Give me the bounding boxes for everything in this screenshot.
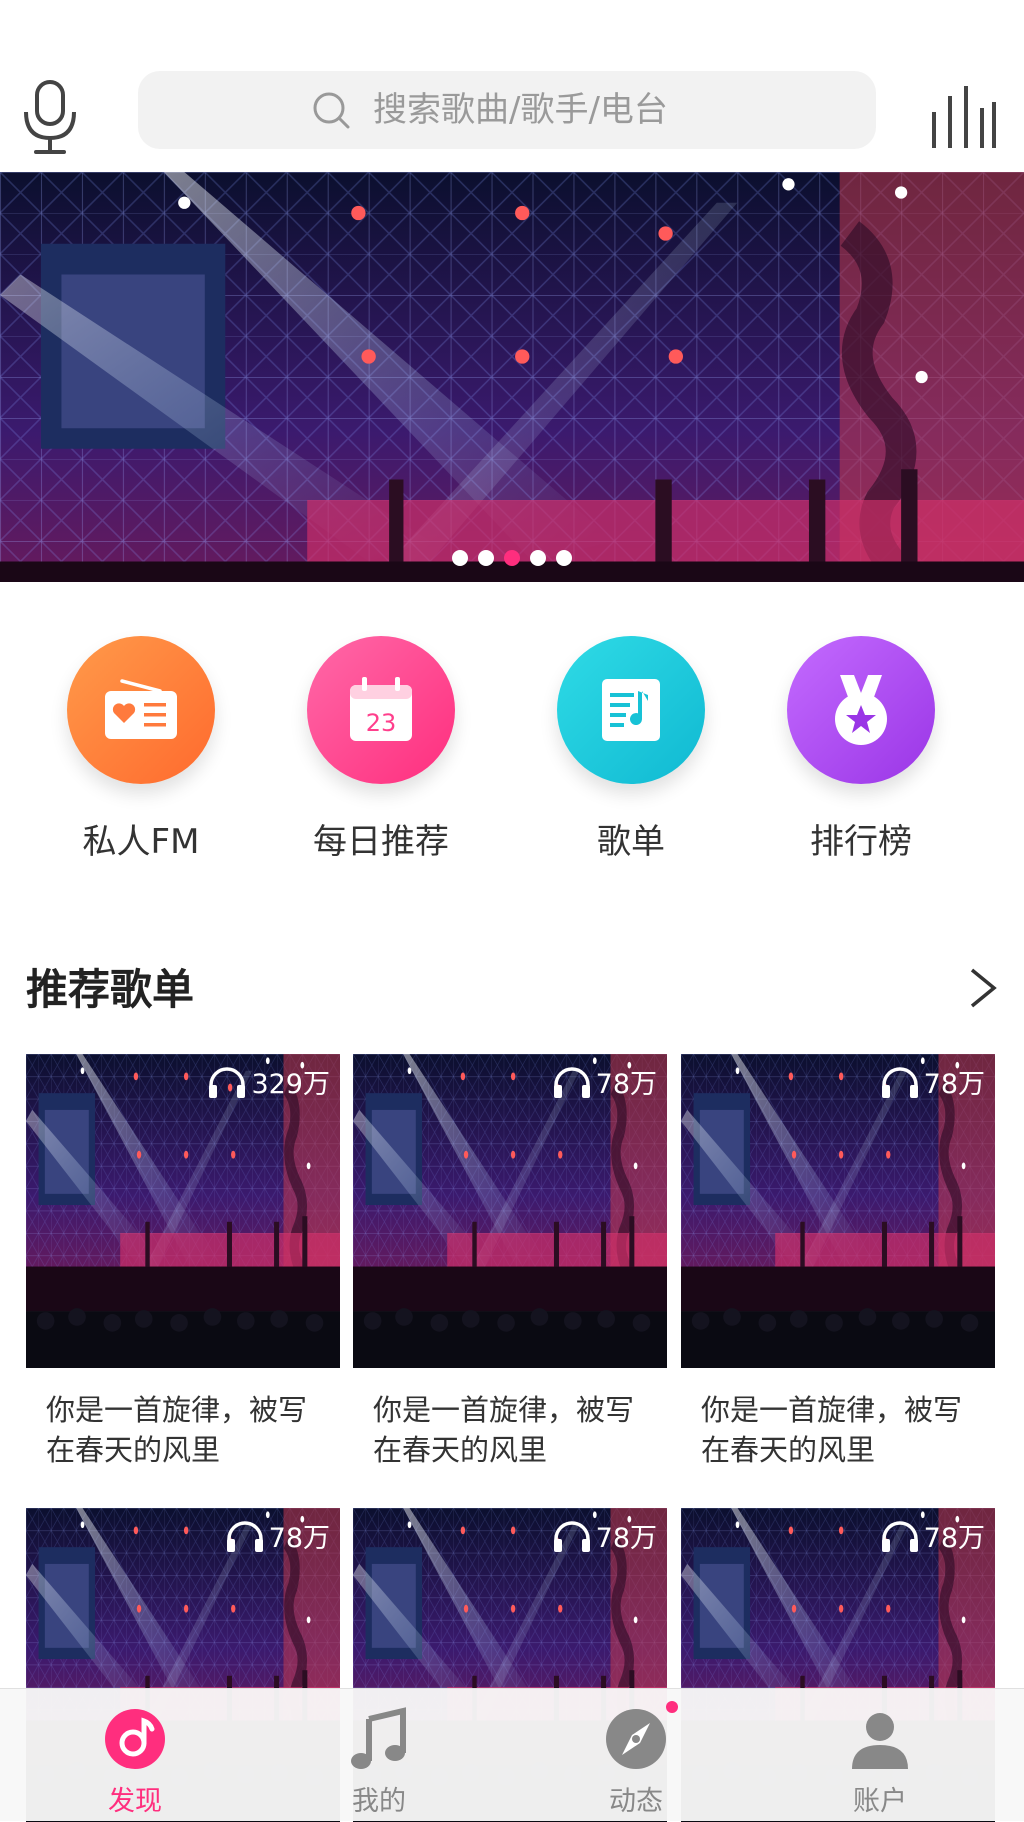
medal-icon: [835, 675, 887, 745]
playlist-title: 你是一首旋律，被写在春天的风里: [701, 1393, 963, 1467]
banner-carousel[interactable]: [0, 172, 1024, 582]
entry-charts[interactable]: 排行榜: [756, 636, 966, 863]
carousel-dot[interactable]: [556, 550, 572, 566]
entry-playlists[interactable]: 歌单: [526, 636, 736, 863]
headphones-icon: [226, 1520, 263, 1552]
tab-my-music[interactable]: 我的: [299, 1707, 459, 1818]
carousel-dot[interactable]: [530, 550, 546, 566]
tab-feed[interactable]: 动态: [556, 1701, 716, 1818]
playlist-card[interactable]: 329万 你是一首旋律，被写在春天的风里: [26, 1054, 340, 1470]
compass-icon: [606, 1709, 666, 1769]
quick-entries: 私人FM 23 每日推荐 歌单 排行榜: [0, 636, 1024, 866]
tab-discover[interactable]: 发现: [55, 1707, 215, 1818]
headphones-icon: [553, 1520, 590, 1552]
play-count-text: 329万: [251, 1069, 330, 1100]
radio-icon: [105, 679, 177, 739]
play-count-text: 78万: [268, 1523, 330, 1554]
entry-private-fm[interactable]: 私人FM: [36, 636, 246, 863]
headphones-icon: [209, 1066, 246, 1098]
entry-icon-bg: [67, 636, 215, 784]
playlist-cover: 329万: [26, 1054, 340, 1368]
carousel-indicator: [0, 550, 1024, 566]
play-count: 78万: [552, 1516, 657, 1555]
playlist-cover: 78万: [353, 1054, 667, 1368]
tab-label: 账户: [853, 1786, 907, 1817]
cover-image: [26, 1054, 340, 1368]
playlist-title: 你是一首旋律，被写在春天的风里: [46, 1393, 308, 1467]
microphone-icon[interactable]: [20, 80, 80, 156]
search-bar[interactable]: [138, 71, 876, 149]
play-count-text: 78万: [595, 1523, 657, 1554]
headphones-icon: [553, 1066, 590, 1098]
bottom-tab-bar: 发现 我的 动态 账户: [0, 1688, 1024, 1821]
entry-daily-recommend[interactable]: 23 每日推荐: [276, 636, 486, 863]
notification-dot: [666, 1701, 678, 1713]
play-count-text: 78万: [595, 1069, 657, 1100]
playlist-icon: [602, 679, 660, 741]
play-count: 78万: [880, 1062, 985, 1101]
equalizer-icon[interactable]: [930, 86, 996, 148]
entry-label: 排行榜: [810, 822, 912, 862]
play-count-text: 78万: [923, 1523, 985, 1554]
playlist-card[interactable]: 78万 你是一首旋律，被写在春天的风里: [353, 1054, 667, 1470]
play-count: 329万: [207, 1062, 330, 1101]
search-icon: [313, 92, 350, 129]
carousel-dot[interactable]: [478, 550, 494, 566]
entry-label: 歌单: [597, 822, 665, 862]
calendar-icon: 23: [350, 677, 412, 741]
carousel-dot[interactable]: [504, 550, 520, 566]
chevron-right-icon[interactable]: [968, 966, 998, 1010]
entry-icon-bg: [787, 636, 935, 784]
tab-account[interactable]: 账户: [800, 1707, 960, 1818]
cover-image: [681, 1054, 995, 1368]
headphones-icon: [881, 1520, 918, 1552]
carousel-dot[interactable]: [452, 550, 468, 566]
entry-icon-bg: 23: [307, 636, 455, 784]
top-bar: [0, 0, 1024, 172]
entry-icon-bg: [557, 636, 705, 784]
banner-image: [0, 172, 1024, 582]
play-count: 78万: [552, 1062, 657, 1101]
headphones-icon: [881, 1066, 918, 1098]
play-count-text: 78万: [923, 1069, 985, 1100]
search-input[interactable]: [373, 90, 703, 130]
playlist-title: 你是一首旋律，被写在春天的风里: [373, 1393, 635, 1467]
user-icon: [852, 1713, 908, 1769]
calendar-day: 23: [366, 709, 397, 737]
entry-label: 每日推荐: [313, 822, 449, 862]
tab-label: 动态: [609, 1786, 663, 1817]
playlist-cover: 78万: [681, 1054, 995, 1368]
play-count: 78万: [880, 1516, 985, 1555]
music-note-icon: [351, 1707, 406, 1769]
cover-image: [353, 1054, 667, 1368]
section-title: 推荐歌单: [26, 965, 195, 1014]
playlist-card[interactable]: 78万 你是一首旋律，被写在春天的风里: [681, 1054, 995, 1470]
entry-label: 私人FM: [82, 822, 200, 862]
tab-label: 发现: [108, 1786, 162, 1817]
tab-label: 我的: [352, 1786, 406, 1817]
discover-icon: [105, 1709, 165, 1769]
play-count: 78万: [225, 1516, 330, 1555]
